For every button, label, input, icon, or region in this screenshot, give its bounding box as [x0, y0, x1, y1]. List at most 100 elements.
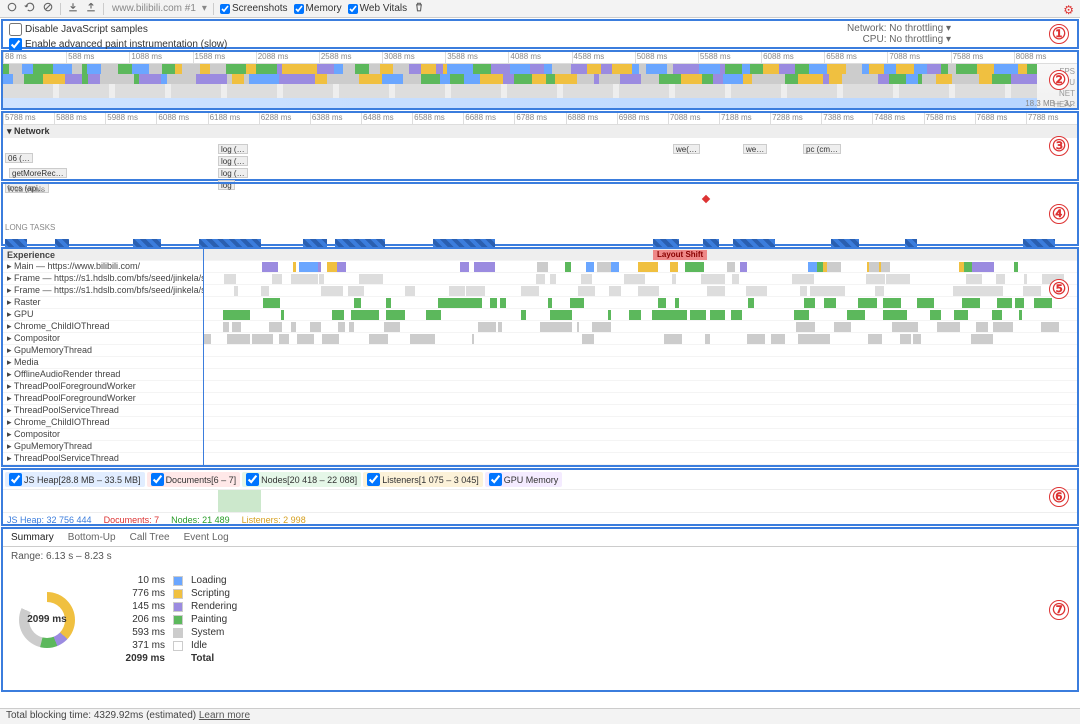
flame-segment[interactable] — [832, 286, 837, 296]
flame-segment[interactable] — [386, 310, 405, 320]
network-request[interactable]: log (… — [218, 144, 248, 154]
memory-series-toggle[interactable]: Listeners[1 075 – 3 045] — [363, 472, 483, 487]
flame-segment[interactable] — [327, 262, 337, 272]
flame-segment[interactable] — [234, 286, 237, 296]
thread-label[interactable]: ▸ OfflineAudioRender thread — [3, 369, 203, 380]
flame-segment[interactable] — [460, 298, 481, 308]
flame-segment[interactable] — [705, 334, 710, 344]
flame-segment[interactable] — [703, 274, 707, 284]
flame-segment[interactable] — [474, 262, 496, 272]
flame-segment[interactable] — [272, 274, 282, 284]
network-request[interactable]: 06 (… — [5, 153, 33, 163]
thread-label[interactable]: ▸ ThreadPoolServiceThread — [3, 405, 203, 416]
flame-segment[interactable] — [351, 310, 371, 320]
flame-segment[interactable] — [652, 310, 673, 320]
memory-series-toggle[interactable]: GPU Memory — [485, 472, 563, 487]
flame-segment[interactable] — [1014, 262, 1018, 272]
flame-segment[interactable] — [800, 286, 807, 296]
thread-label[interactable]: ▸ Compositor — [3, 429, 203, 440]
flame-segment[interactable] — [223, 322, 229, 332]
thread-label[interactable]: ▸ ThreadPoolForegroundWorker — [3, 381, 203, 392]
flame-segment[interactable] — [670, 262, 678, 272]
flame-segment[interactable] — [810, 286, 831, 296]
flame-segment[interactable] — [892, 322, 903, 332]
flame-segment[interactable] — [490, 298, 496, 308]
flame-segment[interactable] — [226, 274, 230, 284]
flame-segment[interactable] — [672, 310, 687, 320]
flame-segment[interactable] — [417, 334, 435, 344]
flame-segment[interactable] — [269, 322, 282, 332]
network-request[interactable]: we(… — [673, 144, 700, 154]
network-track[interactable]: 5788 ms5888 ms5988 ms6088 ms6188 ms6288 … — [1, 111, 1079, 181]
memory-checkbox[interactable]: Memory — [294, 3, 342, 14]
flame-segment[interactable] — [954, 310, 967, 320]
flame-segment[interactable] — [1024, 274, 1027, 284]
network-request[interactable]: log (… — [218, 156, 248, 166]
flame-segment[interactable] — [710, 310, 725, 320]
flame-segment[interactable] — [293, 262, 296, 272]
playhead-line[interactable] — [203, 249, 204, 465]
load-icon[interactable] — [67, 1, 79, 16]
flame-segment[interactable] — [732, 274, 739, 284]
recording-tab[interactable]: www.bilibili.com #1 — [112, 3, 196, 14]
flame-segment[interactable] — [917, 298, 935, 308]
timeline-overview[interactable]: 88 ms588 ms1088 ms1588 ms2088 ms2588 ms3… — [1, 50, 1079, 110]
details-tab[interactable]: Bottom-Up — [68, 532, 116, 543]
thread-label[interactable]: ▸ Raster — [3, 297, 203, 308]
flame-segment[interactable] — [1015, 298, 1025, 308]
flame-segment[interactable] — [1019, 310, 1022, 320]
flame-segment[interactable] — [281, 310, 284, 320]
flame-segment[interactable] — [472, 334, 474, 344]
flame-segment[interactable] — [731, 310, 742, 320]
flame-segment[interactable] — [456, 286, 465, 296]
flame-segment[interactable] — [252, 334, 274, 344]
flame-segment[interactable] — [989, 286, 1002, 296]
flame-segment[interactable] — [930, 310, 941, 320]
thread-label[interactable]: ▸ Chrome_ChildIOThread — [3, 321, 203, 332]
flame-segment[interactable] — [232, 322, 241, 332]
flame-segment[interactable] — [521, 286, 538, 296]
flame-segment[interactable] — [638, 262, 658, 272]
flame-segment[interactable] — [299, 262, 318, 272]
flame-segment[interactable] — [386, 298, 391, 308]
flame-segment[interactable] — [794, 310, 809, 320]
flame-segment[interactable] — [297, 334, 314, 344]
flame-segment[interactable] — [369, 334, 389, 344]
flame-segment[interactable] — [438, 298, 454, 308]
flame-segment[interactable] — [227, 334, 245, 344]
flame-segment[interactable] — [875, 286, 885, 296]
flame-segment[interactable] — [467, 286, 485, 296]
record-icon[interactable] — [6, 1, 18, 16]
flame-segment[interactable] — [426, 310, 441, 320]
flame-segment[interactable] — [611, 262, 619, 272]
flame-segment[interactable] — [953, 286, 966, 296]
flame-segment[interactable] — [675, 298, 679, 308]
flame-segment[interactable] — [536, 274, 545, 284]
flame-segment[interactable] — [582, 334, 595, 344]
flame-segment[interactable] — [900, 334, 911, 344]
flame-segment[interactable] — [814, 334, 823, 344]
flame-segment[interactable] — [204, 334, 211, 344]
flame-segment[interactable] — [824, 298, 836, 308]
flame-segment[interactable] — [460, 262, 469, 272]
flame-segment[interactable] — [906, 322, 915, 332]
thread-label[interactable]: ▸ Frame — https://s1.hdslb.com/bfs/seed/… — [3, 285, 203, 296]
flame-segment[interactable] — [581, 274, 592, 284]
memory-series-toggle[interactable]: Nodes[20 418 – 22 088] — [242, 472, 361, 487]
flame-segment[interactable] — [888, 274, 892, 284]
dropdown-icon[interactable]: ▾ — [202, 3, 207, 14]
flame-segment[interactable] — [747, 334, 766, 344]
flame-segment[interactable] — [834, 322, 851, 332]
thread-label[interactable]: ▸ ThreadPoolServiceThread — [3, 453, 203, 464]
flame-segment[interactable] — [578, 286, 595, 296]
flame-segment[interactable] — [353, 286, 363, 296]
flame-segment[interactable] — [792, 274, 814, 284]
flame-segment[interactable] — [883, 310, 902, 320]
network-throttle-select[interactable]: No throttling — [889, 23, 943, 34]
flame-segment[interactable] — [658, 298, 666, 308]
flame-segment[interactable] — [354, 298, 361, 308]
thread-label[interactable]: ▸ Main — https://www.bilibili.com/ — [3, 261, 203, 272]
flame-segment[interactable] — [727, 262, 735, 272]
flame-segment[interactable] — [866, 274, 885, 284]
flame-segment[interactable] — [796, 322, 815, 332]
